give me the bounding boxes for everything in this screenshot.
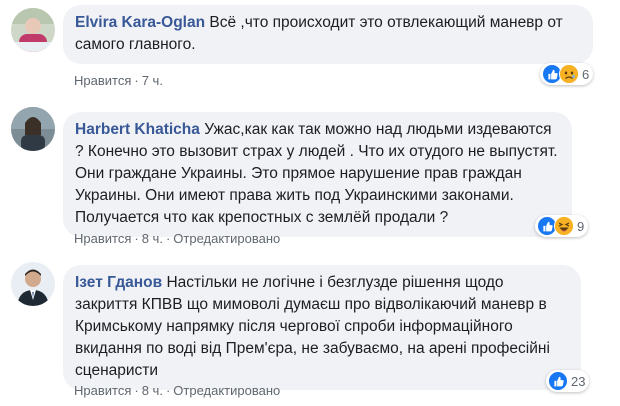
avatar[interactable] bbox=[11, 107, 55, 151]
reaction-count: 9 bbox=[577, 218, 585, 234]
avatar[interactable] bbox=[11, 8, 55, 52]
author-name[interactable]: Harbert Khaticha bbox=[75, 121, 200, 138]
comment-bubble: Harbert Khaticha Ужас,как как так можно … bbox=[63, 112, 572, 237]
timestamp[interactable]: 8 ч. bbox=[142, 383, 163, 398]
timestamp[interactable]: 7 ч. bbox=[142, 73, 163, 88]
comment-bubble: Iзет Гданов Настільки не логічне і безгл… bbox=[63, 265, 581, 390]
author-name[interactable]: Iзет Гданов bbox=[75, 274, 162, 291]
sad-icon bbox=[559, 64, 579, 84]
timestamp[interactable]: 8 ч. bbox=[142, 231, 163, 246]
reaction-count: 6 bbox=[582, 66, 590, 82]
edited-label: Отредактировано bbox=[173, 383, 281, 398]
reactions-summary[interactable]: 6 bbox=[540, 63, 594, 85]
edited-label: Отредактировано bbox=[173, 231, 281, 246]
reactions-summary[interactable]: 9 bbox=[535, 215, 589, 237]
like-link[interactable]: Нравится bbox=[74, 383, 131, 398]
reaction-count: 23 bbox=[571, 373, 586, 389]
comment-bubble: Elvira Kara-Oglan Всё ,что происходит эт… bbox=[63, 5, 593, 64]
like-icon bbox=[548, 371, 568, 391]
avatar[interactable] bbox=[11, 262, 55, 306]
comment-actions: Нравится · 8 ч. · Отредактировано bbox=[74, 383, 281, 398]
reactions-summary[interactable]: 23 bbox=[546, 370, 590, 392]
like-link[interactable]: Нравится bbox=[74, 231, 131, 246]
like-link[interactable]: Нравится bbox=[74, 73, 131, 88]
comment-actions: Нравится · 8 ч. · Отредактировано bbox=[74, 231, 281, 246]
author-name[interactable]: Elvira Kara-Oglan bbox=[75, 14, 205, 31]
comment-actions: Нравится · 7 ч. bbox=[74, 73, 163, 88]
haha-icon bbox=[554, 216, 574, 236]
